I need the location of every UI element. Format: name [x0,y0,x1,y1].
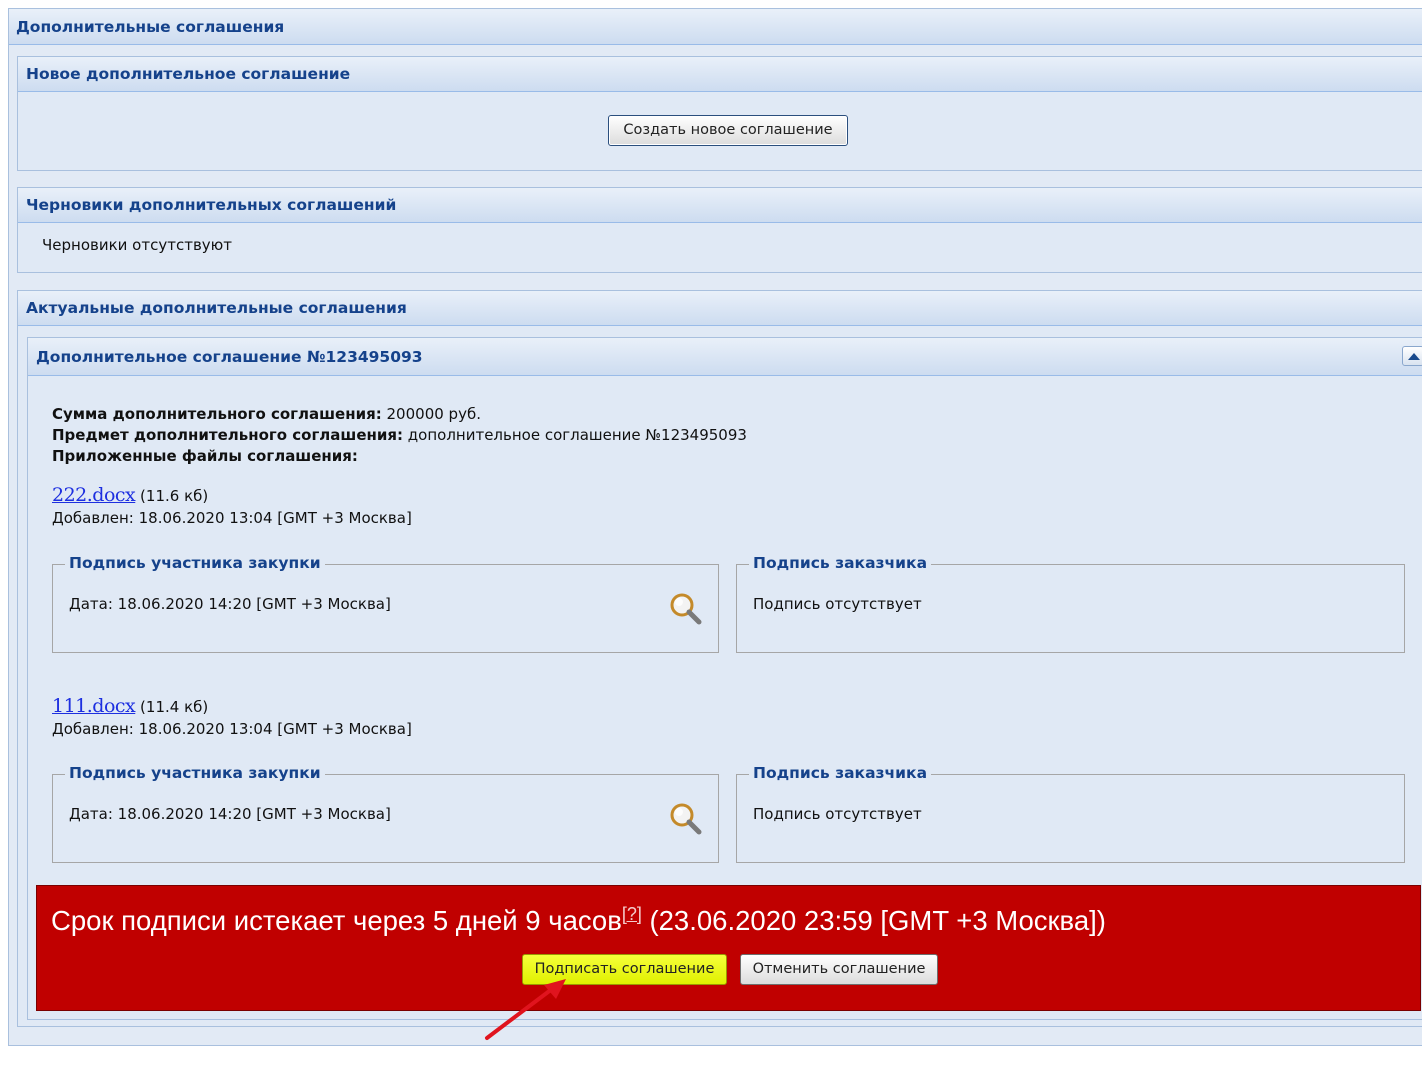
customer-signature-box: Подпись заказчика Подпись отсутствует [736,764,1405,863]
new-agreement-title: Новое дополнительное соглашение [18,57,1422,92]
page-title: Дополнительные соглашения [9,9,1422,45]
file-link[interactable]: 222.docx [52,484,136,506]
customer-signature-legend: Подпись заказчика [749,554,932,572]
file-entry: 222.docx (11.6 кб) Добавлен: 18.06.2020 … [52,484,412,529]
file-link[interactable]: 111.docx [52,695,136,717]
file-size: (11.6 кб) [140,487,209,505]
agreements-panel: Дополнительные соглашения Новое дополнит… [8,8,1422,1046]
files-label: Приложенные файлы соглашения: [52,447,358,465]
sum-value: 200000 руб. [386,405,481,423]
magnifier-icon[interactable] [668,591,702,625]
drafts-title: Черновики дополнительных соглашений [18,188,1422,223]
drafts-empty-text: Черновики отсутствуют [42,236,233,254]
signing-deadline-banner: Срок подписи истекает через 5 дней 9 час… [36,885,1421,1011]
create-agreement-button[interactable]: Создать новое соглашение [608,115,848,146]
deadline-help-link[interactable]: [?] [622,904,642,924]
deadline-message: Срок подписи истекает через 5 дней 9 час… [51,904,1106,937]
magnifier-icon[interactable] [668,801,702,835]
actual-agreements-title: Актуальные дополнительные соглашения [18,291,1422,326]
participant-signature-box: Подпись участника закупки Дата: 18.06.20… [52,554,719,653]
customer-signature-legend: Подпись заказчика [749,764,932,782]
deadline-text: Срок подписи истекает через 5 дней 9 час… [51,905,622,937]
agreement-title-text: Дополнительное соглашение №123495093 [36,348,423,366]
customer-signature-status: Подпись отсутствует [753,805,922,823]
customer-signature-status: Подпись отсутствует [753,595,922,613]
collapse-up-icon[interactable] [1402,346,1422,366]
subject-label: Предмет дополнительного соглашения: [52,426,403,444]
cancel-agreement-button[interactable]: Отменить соглашение [740,954,938,985]
sum-label: Сумма дополнительного соглашения: [52,405,382,423]
agreement-panel: Дополнительное соглашение №123495093 Сум… [27,337,1422,1020]
participant-signature-box: Подпись участника закупки Дата: 18.06.20… [52,764,719,863]
participant-signature-date: Дата: 18.06.2020 14:20 [GMT +3 Москва] [69,805,391,823]
actual-agreements-panel: Актуальные дополнительные соглашения Доп… [17,290,1422,1027]
file-added-date: Добавлен: 18.06.2020 13:04 [GMT +3 Москв… [52,509,412,527]
file-added-date: Добавлен: 18.06.2020 13:04 [GMT +3 Москв… [52,720,412,738]
customer-signature-box: Подпись заказчика Подпись отсутствует [736,554,1405,653]
file-entry: 111.docx (11.4 кб) Добавлен: 18.06.2020 … [52,695,412,740]
subject-value: дополнительное соглашение №123495093 [407,426,747,444]
red-arrow-annotation [485,979,566,1040]
deadline-date: (23.06.2020 23:59 [GMT +3 Москва]) [641,905,1106,937]
participant-signature-legend: Подпись участника закупки [65,554,325,572]
new-agreement-panel: Новое дополнительное соглашение Создать … [17,56,1422,171]
agreement-details: Сумма дополнительного соглашения: 200000… [52,404,747,467]
participant-signature-legend: Подпись участника закупки [65,764,325,782]
drafts-panel: Черновики дополнительных соглашений Черн… [17,187,1422,273]
participant-signature-date: Дата: 18.06.2020 14:20 [GMT +3 Москва] [69,595,391,613]
file-size: (11.4 кб) [140,698,209,716]
agreement-title: Дополнительное соглашение №123495093 [28,338,1422,376]
